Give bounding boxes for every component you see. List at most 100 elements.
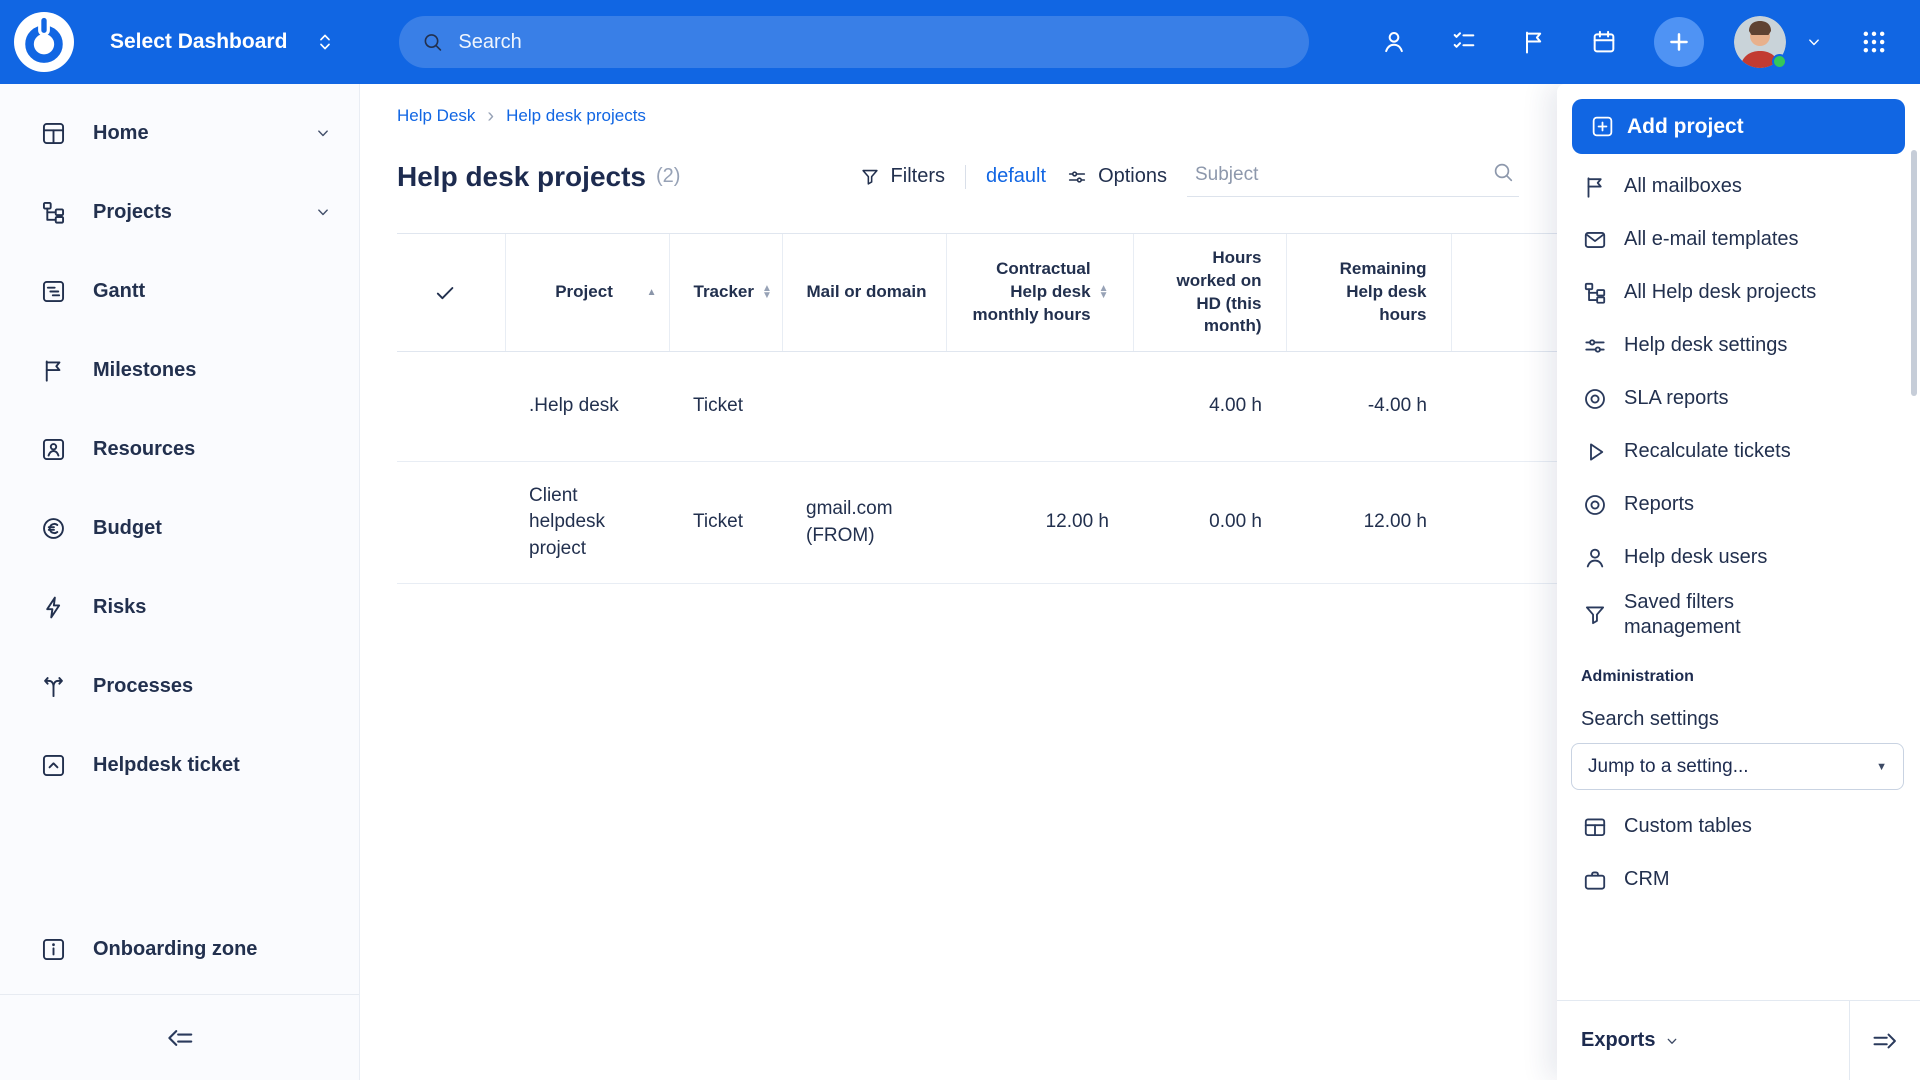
breadcrumb-help-desk[interactable]: Help Desk (397, 106, 475, 126)
table-header-row: Project▲ Tracker▲▼ Mail or domain Contra… (397, 234, 1592, 352)
sort-asc-icon: ▲ (647, 286, 657, 300)
tasks-button[interactable] (1444, 22, 1484, 62)
subject-search-input[interactable] (1187, 156, 1519, 197)
profile-button[interactable] (1374, 22, 1414, 62)
panel-item-recalculate-tickets[interactable]: Recalculate tickets (1557, 425, 1920, 478)
panel-item-all-help-desk-projects[interactable]: All Help desk projects (1557, 266, 1920, 319)
add-project-button[interactable]: Add project (1572, 99, 1905, 154)
list-controls: Filters default Options (859, 156, 1519, 197)
jump-to-setting-dropdown[interactable]: Jump to a setting... ▼ (1571, 743, 1904, 790)
options-label: Options (1098, 165, 1167, 188)
panel-item-saved-filters-management[interactable]: Saved filters management (1557, 584, 1920, 646)
table-row[interactable]: Client helpdesk project Ticket gmail.com… (397, 462, 1592, 584)
sidebar-nav: Home Projects Gantt Milestones Resources… (0, 84, 359, 813)
panel-expand-button[interactable] (1849, 1001, 1920, 1080)
dropdown-caret-icon: ▼ (1876, 761, 1887, 773)
panel-item-label: SLA reports (1624, 386, 1729, 411)
user-avatar[interactable] (1734, 16, 1786, 68)
global-search-input[interactable] (458, 31, 1287, 54)
dashboard-selector-label: Select Dashboard (110, 30, 287, 54)
panel-item-all-mailboxes[interactable]: All mailboxes (1557, 160, 1920, 213)
calendar-button[interactable] (1584, 22, 1624, 62)
chevron-down-icon[interactable] (313, 202, 333, 222)
sidebar-collapse-button[interactable] (158, 1016, 202, 1060)
default-filter-link[interactable]: default (986, 165, 1046, 188)
panel-item-all-email-templates[interactable]: All e-mail templates (1557, 213, 1920, 266)
flag-button[interactable] (1514, 22, 1554, 62)
panel-item-reports[interactable]: Reports (1557, 478, 1920, 531)
breadcrumb-separator: › (487, 106, 494, 126)
apps-grid-button[interactable] (1854, 22, 1894, 62)
sidebar-spacer (0, 813, 359, 918)
sidebar-footer (0, 994, 359, 1080)
panel-item-sla-reports[interactable]: SLA reports (1557, 372, 1920, 425)
sidebar-item-budget[interactable]: Budget (0, 497, 359, 559)
sidebar-item-projects[interactable]: Projects (0, 181, 359, 243)
table-row[interactable]: .Help desk Ticket 4.00 h -4.00 h (397, 352, 1592, 462)
budget-euro-icon (40, 515, 67, 542)
sidebar-item-home[interactable]: Home (0, 102, 359, 164)
panel-item-help-desk-users[interactable]: Help desk users (1557, 531, 1920, 584)
apps-grid-icon (1860, 28, 1888, 56)
right-panel: Add project All mailboxes All e-mail tem… (1557, 84, 1920, 1080)
sort-icons: ▲▼ (1099, 286, 1109, 298)
panel-item-custom-tables[interactable]: Custom tables (1557, 800, 1920, 853)
sidebar-item-processes[interactable]: Processes (0, 655, 359, 717)
panel-item-label: Reports (1624, 492, 1694, 517)
sidebar-item-gantt[interactable]: Gantt (0, 260, 359, 322)
global-search[interactable] (399, 16, 1309, 68)
avatar-chevron-down-icon[interactable] (1804, 32, 1824, 52)
panel-item-label: All e-mail templates (1624, 227, 1799, 252)
panel-item-crm[interactable]: CRM (1557, 853, 1920, 906)
project-name-cell[interactable]: Client helpdesk project (505, 462, 669, 584)
chevron-updown-icon (313, 30, 337, 54)
funnel-icon (1582, 602, 1608, 628)
check-icon (433, 281, 457, 305)
table-icon (1582, 814, 1608, 840)
sidebar-item-helpdesk-ticket[interactable]: Helpdesk ticket (0, 734, 359, 796)
worked-cell: 4.00 h (1133, 352, 1286, 462)
column-header-contractual-hours[interactable]: Contractual Help desk monthly hours▲▼ (946, 234, 1133, 352)
sidebar-item-risks[interactable]: Risks (0, 576, 359, 638)
column-header-tracker[interactable]: Tracker▲▼ (669, 234, 782, 352)
record-count: (2) (656, 165, 680, 188)
panel-scrollbar-thumb[interactable] (1911, 150, 1917, 396)
app-logo[interactable] (14, 12, 74, 72)
project-name-cell[interactable]: .Help desk (505, 352, 669, 462)
column-header-project[interactable]: Project▲ (505, 234, 669, 352)
exports-label: Exports (1581, 1029, 1655, 1052)
mail-cell (782, 352, 946, 462)
administration-heading: Administration (1557, 646, 1920, 686)
projects-tree-icon (40, 199, 67, 226)
sidebar-item-milestones[interactable]: Milestones (0, 339, 359, 401)
select-all-header[interactable] (397, 234, 505, 352)
column-header-remaining-hours[interactable]: Remaining Help desk hours (1286, 234, 1451, 352)
topbar: Select Dashboard (0, 0, 1920, 84)
user-icon (1380, 28, 1408, 56)
sidebar-item-label: Helpdesk ticket (93, 754, 240, 777)
panel-item-label: Help desk settings (1624, 333, 1787, 358)
search-icon[interactable] (1491, 160, 1515, 184)
column-label: Mail or domain (807, 281, 934, 304)
sliders-icon (1582, 333, 1608, 359)
options-button[interactable]: Options (1066, 165, 1167, 188)
quick-add-button[interactable] (1654, 17, 1704, 67)
sidebar-item-onboarding-zone[interactable]: Onboarding zone (0, 918, 359, 980)
exports-button[interactable]: Exports (1557, 1029, 1849, 1052)
panel-item-help-desk-settings[interactable]: Help desk settings (1557, 319, 1920, 372)
filters-button[interactable]: Filters (859, 165, 945, 188)
sort-desc-icon: ▼ (762, 293, 772, 299)
mail-cell: gmail.com (FROM) (782, 462, 946, 584)
gantt-icon (40, 278, 67, 305)
home-dashboard-icon (40, 120, 67, 147)
page-title: Help desk projects (397, 161, 646, 193)
sidebar-item-resources[interactable]: Resources (0, 418, 359, 480)
column-header-hours-worked[interactable]: Hours worked on HD (this month) (1133, 234, 1286, 352)
chevron-down-icon[interactable] (313, 123, 333, 143)
column-header-mail-or-domain[interactable]: Mail or domain (782, 234, 946, 352)
breadcrumb-help-desk-projects[interactable]: Help desk projects (506, 106, 646, 126)
dashboard-selector[interactable]: Select Dashboard (110, 30, 337, 54)
row-select-cell[interactable] (397, 462, 505, 584)
sort-desc-icon: ▼ (1099, 293, 1109, 299)
row-select-cell[interactable] (397, 352, 505, 462)
